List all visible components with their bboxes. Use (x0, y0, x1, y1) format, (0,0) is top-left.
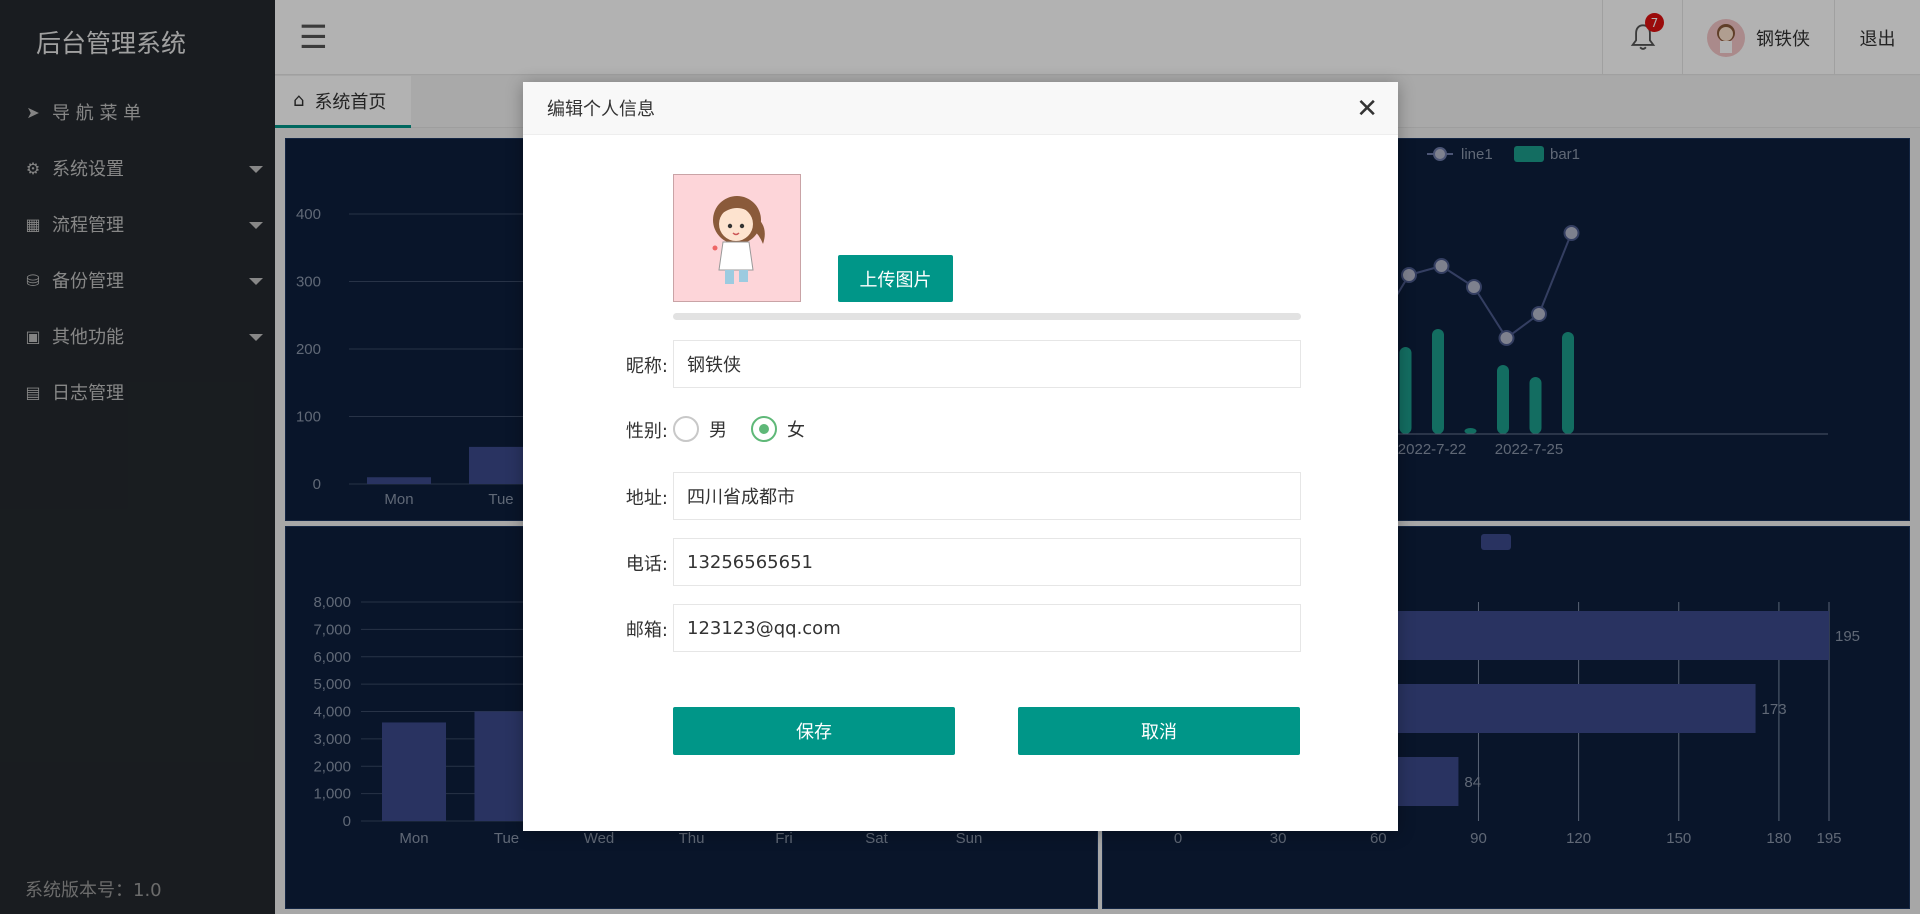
upload-progress-bar (673, 313, 1301, 320)
upload-image-button[interactable]: 上传图片 (838, 255, 953, 302)
edit-profile-dialog: 编辑个人信息 ✕ 上传图片 昵称: 性别: 男 女 地址: (523, 82, 1398, 831)
email-label: 邮箱: (625, 620, 668, 641)
gender-label: 性别: (625, 421, 668, 442)
close-icon[interactable]: ✕ (1356, 94, 1378, 124)
phone-field[interactable] (673, 538, 1301, 586)
gender-male-label: 男 (709, 420, 727, 441)
nickname-field[interactable] (673, 340, 1301, 388)
gender-radio-group: 男 女 (673, 415, 829, 443)
profile-avatar (673, 174, 801, 302)
save-button[interactable]: 保存 (673, 707, 955, 755)
address-label: 地址: (625, 488, 668, 509)
gender-female-label: 女 (787, 420, 805, 441)
radio-male[interactable] (673, 416, 699, 442)
radio-female[interactable] (751, 416, 777, 442)
gender-female-option[interactable]: 女 (751, 416, 805, 442)
gender-male-option[interactable]: 男 (673, 416, 727, 442)
avatar-illustration (712, 196, 765, 284)
address-field[interactable] (673, 472, 1301, 520)
dialog-header: 编辑个人信息 ✕ (523, 82, 1398, 135)
email-field[interactable] (673, 604, 1301, 652)
phone-label: 电话: (625, 554, 668, 575)
nickname-label: 昵称: (625, 356, 668, 377)
cancel-button[interactable]: 取消 (1018, 707, 1300, 755)
dialog-title: 编辑个人信息 (547, 99, 655, 120)
